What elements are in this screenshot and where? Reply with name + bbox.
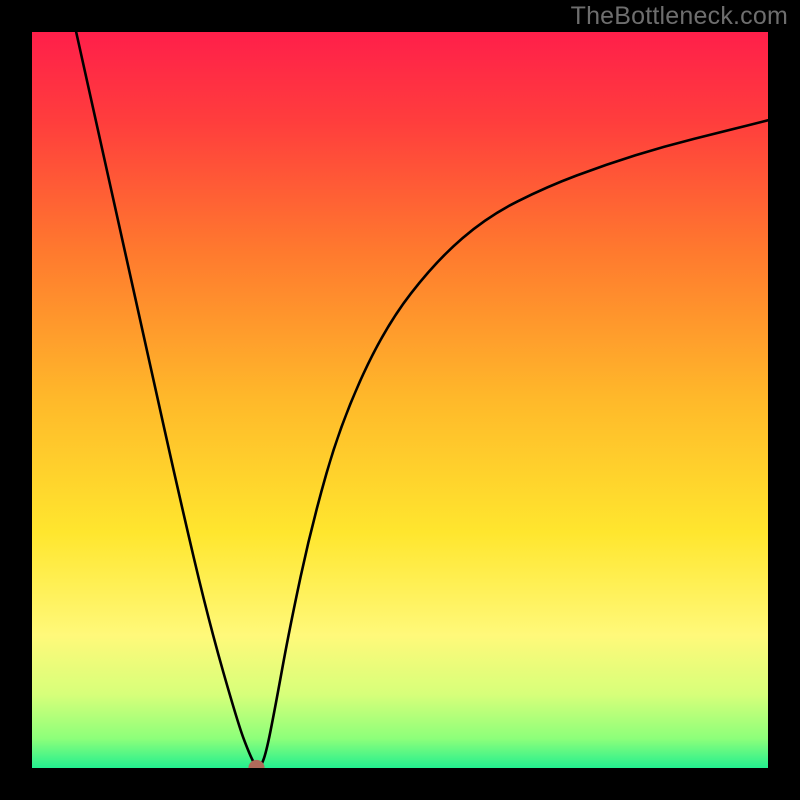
plot-area (32, 32, 768, 768)
gradient-background (32, 32, 768, 768)
watermark-text: TheBottleneck.com (571, 2, 788, 31)
chart-frame: TheBottleneck.com (0, 0, 800, 800)
chart-svg (32, 32, 768, 768)
